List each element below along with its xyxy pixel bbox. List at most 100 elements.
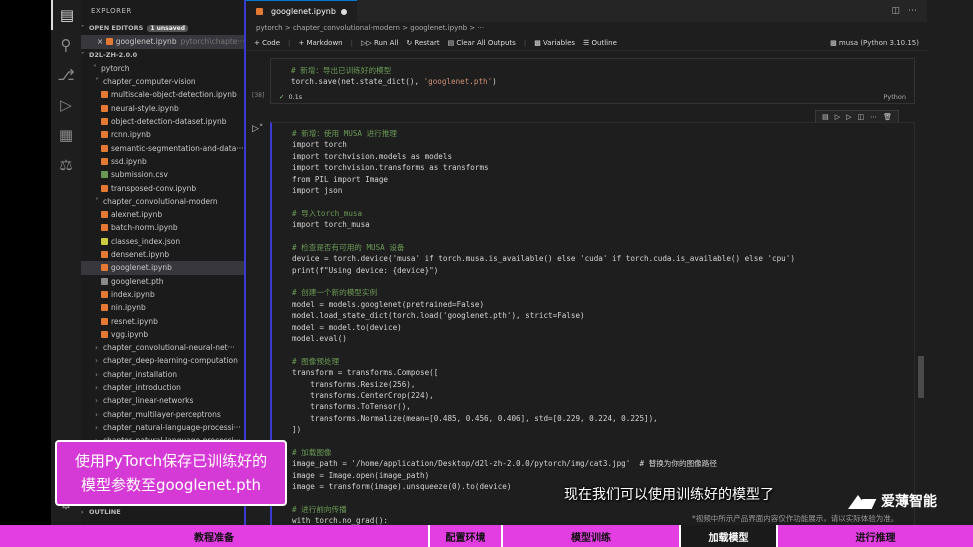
tree-item-label: multiscale-object-detection.ipynb	[111, 90, 237, 100]
tree-item-label: rcnn.ipynb	[111, 130, 151, 140]
outline-header[interactable]: › OUTLINE	[81, 506, 244, 519]
search-icon[interactable]: ⚲	[51, 30, 81, 60]
folder-item[interactable]: ˅ chapter_computer-vision	[81, 75, 244, 88]
variables-button[interactable]: ▩ Variables	[534, 39, 575, 47]
extensions-icon[interactable]: ▦	[51, 120, 81, 150]
code-cell-save[interactable]: # 新增：导出已训练好的模型 torch.save(net.state_dict…	[270, 58, 915, 104]
add-code-button[interactable]: + Code	[254, 39, 280, 47]
nav-item-config-env[interactable]: 配置环境	[430, 525, 503, 547]
cell-source[interactable]: # 新增：使用 MUSA 进行推理 import torch import torc…	[272, 123, 914, 527]
notebook-file-icon	[256, 8, 263, 15]
code-line: # 新增：使用 MUSA 进行推理	[292, 129, 397, 138]
outline-button[interactable]: ☰ Outline	[583, 39, 617, 47]
open-editor-item[interactable]: × googlenet.ipynb pytorch\chapte···	[81, 35, 244, 49]
file-item[interactable]: semantic-segmentation-and-data···	[81, 142, 244, 155]
vertical-scrollbar[interactable]	[918, 356, 924, 398]
folder-item[interactable]: ˅ chapter_convolutional-modern	[81, 195, 244, 208]
tree-item-label: semantic-segmentation-and-data···	[111, 143, 244, 153]
tab-label: googlenet.ipynb	[271, 7, 336, 16]
cell-source[interactable]: # 新增：导出已训练好的模型 torch.save(net.state_dict…	[271, 59, 914, 88]
nav-item-tutorial-prep[interactable]: 教程准备	[0, 525, 430, 547]
restart-label: Restart	[414, 38, 440, 47]
workspace-root[interactable]: ˅ D2L-ZH-2.0.0	[81, 49, 244, 62]
run-cell-icon[interactable]: ▷˅	[252, 124, 263, 134]
run-by-line-icon[interactable]: ▤	[822, 113, 829, 121]
file-item[interactable]: googlenet.pth	[81, 275, 244, 288]
file-item[interactable]: alexnet.ipynb	[81, 208, 244, 221]
tree-item-label: submission.csv	[111, 170, 168, 180]
open-editor-path: pytorch\chapte···	[180, 37, 244, 47]
more-icon[interactable]: ⋯	[870, 113, 877, 121]
code-line: transforms.Normalize(mean=[0.485, 0.456,…	[292, 413, 658, 423]
restart-button[interactable]: ↻ Restart	[406, 39, 439, 47]
file-item[interactable]: resnet.ipynb	[81, 315, 244, 328]
nav-item-load-model[interactable]: 加载模型	[681, 525, 778, 547]
code-line: import json	[292, 185, 343, 195]
file-item[interactable]: nin.ipynb	[81, 301, 244, 314]
folder-item[interactable]: › chapter_convolutional-neural-net···	[81, 341, 244, 354]
code-line: transforms.ToTensor(),	[292, 402, 411, 412]
tab-googlenet[interactable]: googlenet.ipynb	[246, 0, 357, 22]
run-all-button[interactable]: ▷▷ Run All	[361, 39, 398, 47]
close-icon[interactable]: ×	[97, 37, 103, 46]
code-comment: # 新增：导出已训练好的模型	[291, 66, 392, 75]
file-item[interactable]: object-detection-dataset.ipynb	[81, 115, 244, 128]
file-item[interactable]: googlenet.ipynb	[81, 261, 244, 275]
file-item[interactable]: densenet.ipynb	[81, 248, 244, 261]
file-item[interactable]: multiscale-object-detection.ipynb	[81, 88, 244, 101]
tree-item-label: chapter_convolutional-modern	[103, 196, 218, 206]
folder-item[interactable]: › chapter_installation	[81, 368, 244, 381]
file-item[interactable]: batch-norm.ipynb	[81, 221, 244, 234]
chevron-right-icon: ›	[95, 356, 98, 366]
nb-file-icon	[101, 224, 108, 232]
code-line: from PIL import Image	[292, 174, 389, 184]
file-item[interactable]: index.ipynb	[81, 288, 244, 301]
add-markdown-button[interactable]: + Markdown	[298, 39, 342, 47]
open-editors-label: OPEN EDITORS	[89, 24, 144, 32]
tree-item-label: alexnet.ipynb	[111, 210, 163, 220]
notebook-file-icon	[105, 38, 113, 46]
code-line: ])	[292, 425, 302, 435]
code-cell-inference[interactable]: # 新增：使用 MUSA 进行推理 import torch import torc…	[270, 122, 915, 542]
file-item[interactable]: submission.csv	[81, 168, 244, 181]
open-editors-header[interactable]: ˅ OPEN EDITORS 1 unsaved	[81, 22, 244, 35]
code-line: print(f"Using device: {device}")	[292, 265, 439, 275]
cell-language[interactable]: Python	[883, 93, 906, 101]
outline-label: Outline	[591, 38, 617, 47]
files-icon[interactable]: ▤	[51, 0, 81, 30]
nav-item-train[interactable]: 模型训练	[503, 525, 681, 547]
folder-item[interactable]: › chapter_linear-networks	[81, 394, 244, 407]
more-actions-icon[interactable]: ⋯	[908, 6, 917, 16]
nav-item-inference[interactable]: 进行推理	[778, 525, 973, 547]
testing-flask-icon[interactable]: ⚖	[51, 150, 81, 180]
file-item[interactable]: rcnn.ipynb	[81, 128, 244, 141]
folder-item[interactable]: › chapter_deep-learning-computation	[81, 354, 244, 367]
file-item[interactable]: classes_index.json	[81, 235, 244, 248]
cell-duration: 0.1s	[288, 93, 303, 101]
split-editor-icon[interactable]: ◫	[891, 6, 900, 16]
clear-outputs-button[interactable]: ▤ Clear All Outputs	[448, 39, 516, 47]
tree-item-label: chapter_natural-language-processi···	[103, 422, 241, 432]
kernel-picker[interactable]: ▩ musa (Python 3.10.15)	[830, 39, 927, 47]
split-cell-icon[interactable]: ◫	[857, 113, 864, 121]
file-item[interactable]: ssd.ipynb	[81, 155, 244, 168]
file-item[interactable]: vgg.ipynb	[81, 328, 244, 341]
clear-label: Clear All Outputs	[456, 38, 516, 47]
breadcrumb[interactable]: pytorch > chapter_convolutional-modern >…	[246, 22, 927, 35]
delete-icon[interactable]: 🗑	[883, 113, 892, 121]
unsaved-dot-icon[interactable]	[340, 8, 347, 15]
folder-item[interactable]: › chapter_multilayer-perceptrons	[81, 408, 244, 421]
file-item[interactable]: transposed-conv.ipynb	[81, 182, 244, 195]
folder-item[interactable]: ˅ pytorch	[81, 62, 244, 75]
folder-item[interactable]: › chapter_introduction	[81, 381, 244, 394]
folder-item[interactable]: › chapter_natural-language-processi···	[81, 421, 244, 434]
execute-above-icon[interactable]: ▷	[835, 113, 840, 121]
code-line: device = torch.device('musa' if torch.mu…	[292, 254, 795, 264]
csv-file-icon	[101, 171, 108, 179]
file-item[interactable]: neural-style.ipynb	[81, 102, 244, 115]
source-control-icon[interactable]: ⎇	[51, 60, 81, 90]
execute-below-icon[interactable]: ▷	[846, 113, 851, 121]
run-debug-icon[interactable]: ▷	[51, 90, 81, 120]
